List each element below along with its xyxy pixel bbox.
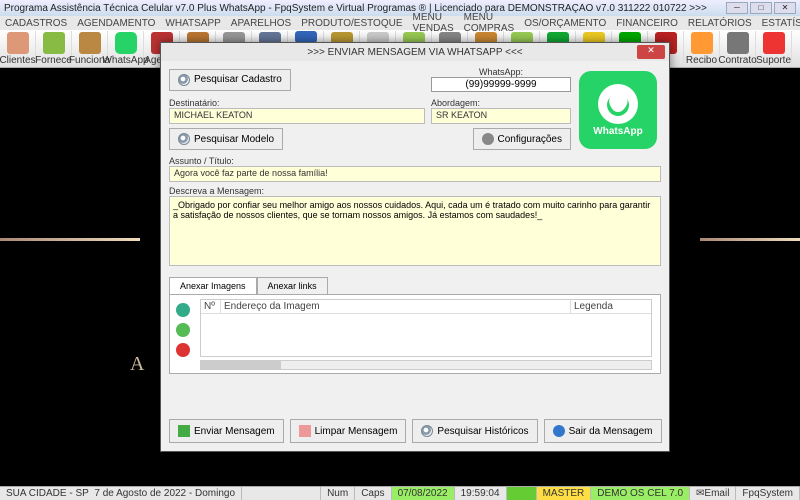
status-num: Num bbox=[321, 487, 355, 500]
tab-anexar-links[interactable]: Anexar links bbox=[257, 277, 328, 295]
col-numero: Nº bbox=[201, 300, 221, 313]
tool-suporte[interactable]: Suporte bbox=[756, 31, 792, 67]
descreva-label: Descreva a Mensagem: bbox=[169, 186, 661, 196]
image-list[interactable]: Nº Endereço da Imagem Legenda bbox=[200, 299, 652, 357]
menu-cadastros[interactable]: CADASTROS bbox=[2, 18, 70, 29]
check-icon bbox=[178, 425, 190, 437]
gear-icon bbox=[482, 133, 494, 145]
status-brand: FpqSystem bbox=[736, 487, 800, 500]
add-image-button[interactable] bbox=[176, 303, 190, 317]
phone-number: (99)99999-9999 bbox=[431, 77, 571, 92]
enviar-mensagem-button[interactable]: Enviar Mensagem bbox=[169, 419, 284, 443]
whatsapp-dialog: >>> ENVIAR MENSAGEM VIA WHATSAPP <<< ✕ W… bbox=[160, 42, 670, 452]
maximize-button[interactable]: □ bbox=[750, 2, 772, 14]
support-icon bbox=[763, 32, 785, 54]
whatsapp-icon bbox=[115, 32, 137, 54]
pesquisar-modelo-button[interactable]: Pesquisar Modelo bbox=[169, 128, 283, 150]
menu-os[interactable]: OS/ORÇAMENTO bbox=[521, 18, 609, 29]
decoration-line bbox=[0, 238, 140, 241]
search-icon bbox=[178, 133, 190, 145]
tool-clientes[interactable]: Clientes bbox=[0, 31, 36, 67]
receipt-icon bbox=[691, 32, 713, 54]
menu-estatistica[interactable]: ESTATÍSTICA bbox=[759, 18, 800, 29]
menu-whatsapp[interactable]: WHATSAPP bbox=[162, 18, 223, 29]
search-icon bbox=[421, 425, 433, 437]
dialog-titlebar: >>> ENVIAR MENSAGEM VIA WHATSAPP <<< ✕ bbox=[161, 43, 669, 61]
menu-aparelhos[interactable]: APARELHOS bbox=[228, 18, 294, 29]
status-demo: DEMO OS CEL 7.0 bbox=[591, 487, 690, 500]
whatsapp-label: WhatsApp: bbox=[431, 67, 571, 77]
search-icon bbox=[178, 74, 190, 86]
limpar-mensagem-button[interactable]: Limpar Mensagem bbox=[290, 419, 407, 443]
status-time: 19:59:04 bbox=[455, 487, 507, 500]
os-icon bbox=[295, 31, 317, 43]
abordagem-label: Abordagem: bbox=[431, 98, 571, 108]
decoration-line bbox=[700, 238, 800, 241]
menu-financeiro[interactable]: FINANCEIRO bbox=[613, 18, 681, 29]
decoration-letter: A bbox=[130, 353, 144, 376]
remove-image-button[interactable] bbox=[176, 343, 190, 357]
assunto-field[interactable]: Agora você faz parte de nossa família! bbox=[169, 166, 661, 182]
tab-anexar-imagens[interactable]: Anexar Imagens bbox=[169, 277, 257, 295]
refresh-image-button[interactable] bbox=[176, 323, 190, 337]
status-caps: Caps bbox=[355, 487, 391, 500]
col-endereco: Endereço da Imagem bbox=[221, 300, 571, 313]
exit-icon bbox=[553, 425, 565, 437]
supplier-icon bbox=[43, 32, 65, 54]
mensagem-textarea[interactable] bbox=[169, 196, 661, 266]
col-legenda: Legenda bbox=[571, 300, 651, 313]
statusbar: SUA CIDADE - SP 7 de Agosto de 2022 - Do… bbox=[0, 486, 800, 500]
status-email[interactable]: ✉ Email bbox=[690, 487, 736, 500]
menu-produto[interactable]: PRODUTO/ESTOQUE bbox=[298, 18, 405, 29]
status-date-short: 07/08/2022 bbox=[392, 487, 455, 500]
tool-recibo[interactable]: Recibo bbox=[684, 31, 720, 67]
menubar: CADASTROS AGENDAMENTO WHATSAPP APARELHOS… bbox=[0, 16, 800, 30]
minimize-button[interactable]: ─ bbox=[726, 2, 748, 14]
window-titlebar: Programa Assistência Técnica Celular v7.… bbox=[0, 0, 800, 16]
worker-icon bbox=[79, 32, 101, 54]
assunto-label: Assunto / Título: bbox=[169, 156, 661, 166]
abordagem-field[interactable]: SR KEATON bbox=[431, 108, 571, 124]
destinatario-field[interactable]: MICHAEL KEATON bbox=[169, 108, 425, 124]
close-window-button[interactable]: ✕ bbox=[774, 2, 796, 14]
eraser-icon bbox=[299, 425, 311, 437]
pesquisar-cadastro-button[interactable]: Pesquisar Cadastro bbox=[169, 69, 291, 91]
status-master: MASTER bbox=[537, 487, 592, 500]
horizontal-scrollbar[interactable] bbox=[200, 360, 652, 370]
tool-contrato[interactable]: Contrato bbox=[720, 31, 756, 67]
people-icon bbox=[7, 32, 29, 54]
dialog-close-button[interactable]: ✕ bbox=[637, 45, 665, 59]
status-indicator bbox=[507, 487, 537, 500]
destinatario-label: Destinatário: bbox=[169, 98, 425, 108]
status-date-long: 7 de Agosto de 2022 - Domingo bbox=[94, 488, 235, 499]
menu-agendamento[interactable]: AGENDAMENTO bbox=[74, 18, 158, 29]
menu-relatorios[interactable]: RELATÓRIOS bbox=[685, 18, 755, 29]
pesquisar-historicos-button[interactable]: Pesquisar Históricos bbox=[412, 419, 537, 443]
tool-whatsapp[interactable]: WhatsApp bbox=[108, 31, 144, 67]
whatsapp-logo: WhatsApp bbox=[579, 71, 657, 149]
dialog-title: >>> ENVIAR MENSAGEM VIA WHATSAPP <<< bbox=[307, 47, 522, 58]
tool-fornecedores[interactable]: Fornece bbox=[36, 31, 72, 67]
configuracoes-button[interactable]: Configurações bbox=[473, 128, 571, 150]
images-panel: Nº Endereço da Imagem Legenda bbox=[169, 294, 661, 374]
whatsapp-bubble-icon bbox=[598, 84, 638, 124]
status-city: SUA CIDADE - SP bbox=[6, 488, 89, 499]
window-title: Programa Assistência Técnica Celular v7.… bbox=[4, 3, 726, 14]
sair-mensagem-button[interactable]: Sair da Mensagem bbox=[544, 419, 662, 443]
contract-icon bbox=[727, 32, 749, 54]
